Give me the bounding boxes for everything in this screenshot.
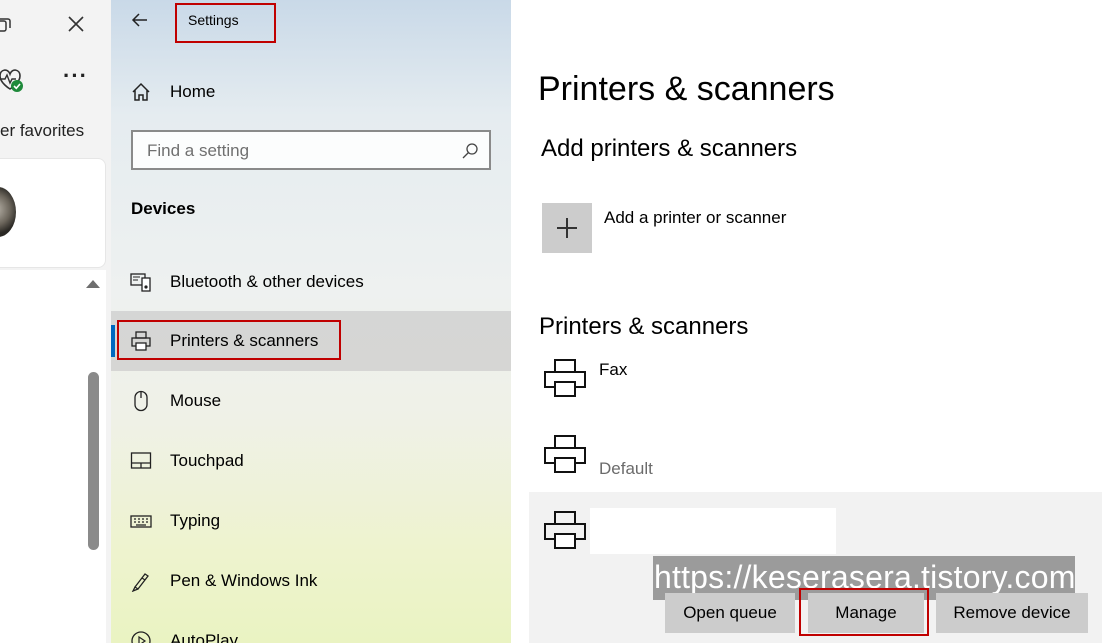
browser-titlebar: [0, 0, 111, 50]
add-printer-label[interactable]: Add a printer or scanner: [604, 208, 786, 228]
scrollbar-thumb[interactable]: [88, 372, 99, 550]
add-printer-button[interactable]: [542, 203, 592, 253]
search-placeholder: Find a setting: [147, 141, 250, 160]
annotation-highlight-title: [175, 3, 276, 43]
device-name-fax[interactable]: Fax: [599, 360, 627, 380]
bluetooth-devices-icon: [130, 273, 151, 292]
content-pane: Printers & scanners Add printers & scann…: [511, 0, 1114, 643]
sidebar-item-pen[interactable]: Pen & Windows Ink: [111, 551, 511, 611]
page-title: Printers & scanners: [538, 70, 835, 108]
pen-icon: [131, 573, 149, 592]
section-heading: Devices: [131, 199, 196, 218]
restore-window-icon[interactable]: [0, 16, 12, 34]
autoplay-icon: [131, 631, 151, 643]
back-arrow-icon[interactable]: [130, 10, 150, 30]
selection-indicator: [111, 325, 115, 357]
favorites-label: er favorites: [0, 121, 85, 140]
sidebar-item-touchpad[interactable]: Touchpad: [111, 431, 511, 491]
keyboard-icon: [130, 515, 152, 528]
remove-device-button[interactable]: Remove device: [936, 593, 1088, 633]
add-section-title: Add printers & scanners: [541, 135, 798, 162]
sidebar-item-label: Mouse: [170, 391, 222, 410]
more-options-icon[interactable]: ···: [63, 65, 88, 87]
sidebar-item-bluetooth[interactable]: Bluetooth & other devices: [111, 252, 511, 312]
touchpad-icon: [130, 452, 152, 469]
home-icon: [132, 82, 150, 101]
sidebar-item-label: Typing: [170, 511, 221, 530]
settings-sidebar: Settings Home Find a setting Devices Blu…: [111, 0, 511, 643]
printer-icon[interactable]: [543, 357, 587, 401]
search-input[interactable]: Find a setting: [131, 130, 491, 170]
browser-essentials-icon[interactable]: [0, 66, 26, 94]
nav-item-home[interactable]: Home: [111, 62, 511, 122]
annotation-highlight-manage: [799, 588, 929, 636]
sidebar-item-label: Bluetooth & other devices: [170, 272, 364, 291]
printer-icon[interactable]: [543, 433, 587, 477]
sidebar-item-mouse[interactable]: Mouse: [111, 371, 511, 431]
redacted-device-name: [590, 508, 836, 554]
printer-icon: [544, 511, 586, 549]
nav-item-label: Home: [170, 82, 216, 101]
sidebar-item-label: AutoPlay: [170, 631, 239, 643]
selected-device-row[interactable]: https://keserasera.tistory.com Open queu…: [529, 492, 1102, 643]
scroll-up-arrow-icon[interactable]: [86, 280, 100, 288]
sidebar-item-autoplay[interactable]: AutoPlay: [111, 611, 511, 643]
close-window-icon[interactable]: [66, 14, 86, 34]
sidebar-item-label: Pen & Windows Ink: [170, 571, 318, 590]
open-queue-button[interactable]: Open queue: [665, 593, 795, 633]
search-icon[interactable]: [461, 142, 479, 160]
plus-icon-vertical: [566, 218, 568, 238]
sidebar-item-label: Touchpad: [170, 451, 244, 470]
annotation-highlight-printers: [117, 320, 341, 360]
device-status-default: Default: [599, 459, 653, 478]
browser-sidebar-strip: ··· er favorites: [0, 0, 111, 643]
sidebar-item-typing[interactable]: Typing: [111, 491, 511, 551]
mouse-icon: [134, 390, 148, 412]
printers-list-title: Printers & scanners: [539, 313, 749, 340]
